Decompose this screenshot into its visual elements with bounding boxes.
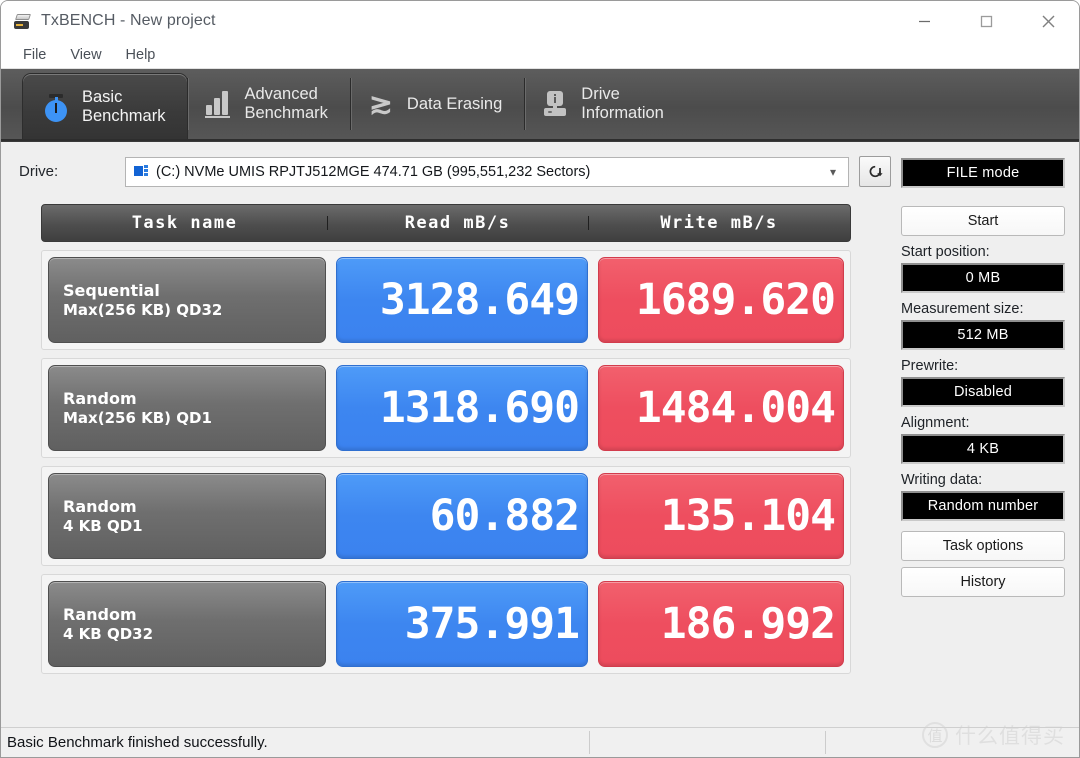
table-header-row: Task name Read mB/s Write mB/s bbox=[41, 204, 851, 242]
task-name-line1: Random bbox=[63, 604, 137, 624]
table-row[interactable]: Random 4 KB QD32 375.991 186.992 bbox=[41, 574, 851, 674]
task-name-line2: 4 KB QD32 bbox=[63, 624, 154, 643]
close-button[interactable] bbox=[1017, 1, 1079, 41]
tab-advanced-benchmark[interactable]: Advanced Benchmark bbox=[187, 69, 349, 139]
app-drive-icon bbox=[13, 11, 33, 31]
start-button[interactable]: Start bbox=[901, 206, 1065, 236]
status-bar: Basic Benchmark finished successfully. bbox=[1, 727, 1079, 757]
refresh-icon bbox=[869, 165, 883, 178]
drive-select[interactable]: (C:) NVMe UMIS RPJTJ512MGE 474.71 GB (99… bbox=[125, 156, 849, 187]
maximize-button[interactable] bbox=[955, 1, 1017, 41]
tab-data-erasing[interactable]: ≳ Data Erasing bbox=[349, 69, 524, 139]
task-name-cell[interactable]: Random 4 KB QD32 bbox=[48, 581, 326, 667]
tab-label-advanced-benchmark: Advanced Benchmark bbox=[244, 85, 328, 122]
hdd-icon bbox=[134, 165, 149, 178]
read-value-cell: 375.991 bbox=[336, 581, 588, 667]
write-value-cell: 186.992 bbox=[598, 581, 844, 667]
main-body: Drive: (C:) NVMe UMIS RPJTJ512MGE 474.71… bbox=[1, 141, 1079, 727]
window-controls bbox=[893, 1, 1079, 41]
measurement-size-value[interactable]: 512 MB bbox=[901, 320, 1065, 350]
drive-label: Drive: bbox=[19, 163, 59, 180]
zigzag-erase-icon: ≳ bbox=[369, 88, 393, 119]
read-value-cell: 1318.690 bbox=[336, 365, 588, 451]
status-message: Basic Benchmark finished successfully. bbox=[7, 734, 268, 751]
task-name-line1: Random bbox=[63, 388, 137, 408]
menu-item-file[interactable]: File bbox=[11, 44, 58, 66]
read-value-cell: 60.882 bbox=[336, 473, 588, 559]
alignment-label: Alignment: bbox=[901, 415, 970, 431]
history-button[interactable]: History bbox=[901, 567, 1065, 597]
tab-label-basic-benchmark: Basic Benchmark bbox=[82, 87, 166, 125]
tab-drive-information[interactable]: Drive Information bbox=[524, 69, 686, 139]
column-header-write: Write mB/s bbox=[588, 213, 850, 233]
writing-data-label: Writing data: bbox=[901, 472, 983, 488]
title-bar: TxBENCH - New project bbox=[1, 1, 1079, 41]
write-value-cell: 1689.620 bbox=[598, 257, 844, 343]
table-row[interactable]: Sequential Max(256 KB) QD32 3128.649 168… bbox=[41, 250, 851, 350]
file-mode-indicator[interactable]: FILE mode bbox=[901, 158, 1065, 188]
options-sidebar: FILE mode Start Start position: 0 MB Mea… bbox=[891, 142, 1079, 727]
task-name-line2: Max(256 KB) QD32 bbox=[63, 300, 223, 319]
column-header-task-name: Task name bbox=[131, 213, 238, 233]
chevron-down-icon: ▾ bbox=[829, 164, 836, 179]
table-row[interactable]: Random Max(256 KB) QD1 1318.690 1484.004 bbox=[41, 358, 851, 458]
task-name-cell[interactable]: Random Max(256 KB) QD1 bbox=[48, 365, 326, 451]
bar-chart-icon bbox=[203, 87, 233, 121]
tab-label-data-erasing: Data Erasing bbox=[406, 94, 503, 113]
tab-strip: Basic Benchmark Advanced Benchmark ≳ Dat… bbox=[1, 69, 1079, 141]
task-name-cell[interactable]: Random 4 KB QD1 bbox=[48, 473, 326, 559]
task-name-line2: Max(256 KB) QD1 bbox=[63, 408, 212, 427]
refresh-drives-button[interactable] bbox=[859, 156, 891, 187]
start-position-label: Start position: bbox=[901, 244, 990, 260]
task-name-line1: Random bbox=[63, 496, 137, 516]
writing-data-value[interactable]: Random number bbox=[901, 491, 1065, 521]
measurement-size-label: Measurement size: bbox=[901, 301, 1024, 317]
task-name-line2: 4 KB QD1 bbox=[63, 516, 143, 535]
drive-select-value: (C:) NVMe UMIS RPJTJ512MGE 474.71 GB (99… bbox=[156, 163, 591, 180]
task-name-cell[interactable]: Sequential Max(256 KB) QD32 bbox=[48, 257, 326, 343]
prewrite-label: Prewrite: bbox=[901, 358, 959, 374]
table-row[interactable]: Random 4 KB QD1 60.882 135.104 bbox=[41, 466, 851, 566]
task-options-button[interactable]: Task options bbox=[901, 531, 1065, 561]
menu-bar: File View Help bbox=[1, 41, 1079, 69]
window-title: TxBENCH - New project bbox=[41, 12, 216, 29]
prewrite-value[interactable]: Disabled bbox=[901, 377, 1065, 407]
column-header-read: Read mB/s bbox=[327, 213, 588, 233]
tab-label-drive-information: Drive Information bbox=[581, 85, 664, 122]
start-position-value[interactable]: 0 MB bbox=[901, 263, 1065, 293]
benchmark-results-table: Task name Read mB/s Write mB/s Sequentia… bbox=[41, 204, 851, 674]
left-column: Drive: (C:) NVMe UMIS RPJTJ512MGE 474.71… bbox=[1, 142, 891, 727]
menu-item-view[interactable]: View bbox=[58, 44, 113, 66]
status-divider bbox=[825, 731, 826, 754]
write-value-cell: 135.104 bbox=[598, 473, 844, 559]
minimize-button[interactable] bbox=[893, 1, 955, 41]
drive-selector-row: Drive: (C:) NVMe UMIS RPJTJ512MGE 474.71… bbox=[1, 156, 891, 187]
alignment-value[interactable]: 4 KB bbox=[901, 434, 1065, 464]
read-value-cell: 3128.649 bbox=[336, 257, 588, 343]
status-divider bbox=[589, 731, 590, 754]
stopwatch-icon bbox=[41, 90, 71, 124]
task-name-line1: Sequential bbox=[63, 280, 160, 300]
tab-basic-benchmark[interactable]: Basic Benchmark bbox=[23, 74, 188, 139]
write-value-cell: 1484.004 bbox=[598, 365, 844, 451]
menu-item-help[interactable]: Help bbox=[114, 44, 168, 66]
drive-info-icon bbox=[540, 87, 570, 121]
app-window: TxBENCH - New project File View Help Bas… bbox=[0, 0, 1080, 758]
